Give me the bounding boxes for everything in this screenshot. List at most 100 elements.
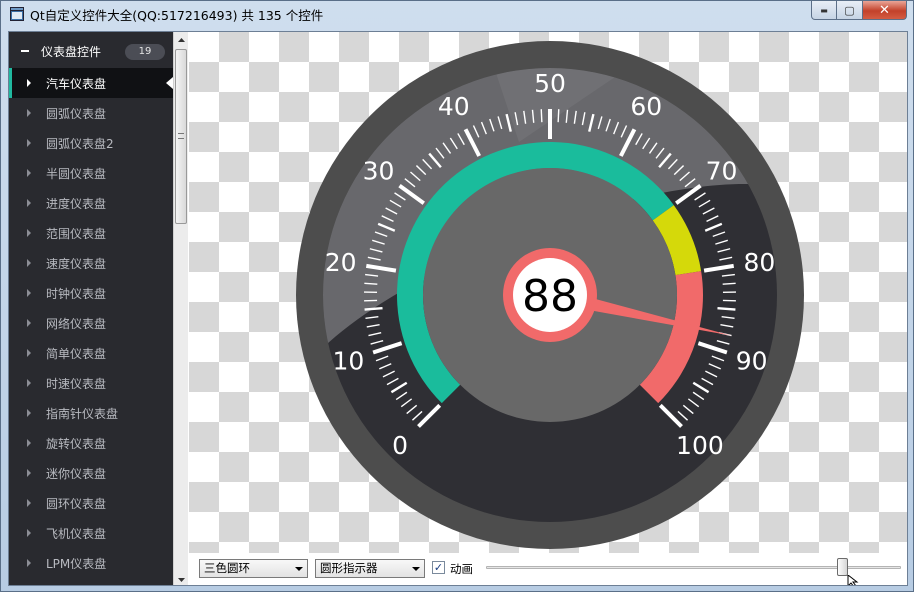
minimize-icon: ▬ [820, 5, 828, 15]
chevron-right-icon [27, 109, 31, 117]
nav-item[interactable]: LPM仪表盘 [9, 548, 173, 578]
nav-item[interactable]: 旋转仪表盘 [9, 428, 173, 458]
nav-item-label: 旋转仪表盘 [46, 437, 107, 451]
scale-label: 60 [630, 92, 662, 121]
nav-item-label: 范围仪表盘 [46, 227, 107, 241]
nav-item[interactable]: 进度仪表盘 [9, 188, 173, 218]
ring-style-value: 三色圆环 [204, 561, 250, 575]
pointer-style-value: 圆形指示器 [320, 561, 378, 575]
nav-item-label: 指南针仪表盘 [46, 407, 119, 421]
chevron-right-icon [27, 259, 31, 267]
scale-label: 10 [332, 347, 364, 376]
chevron-right-icon [27, 139, 31, 147]
nav-item[interactable]: 汽车仪表盘 [9, 68, 173, 98]
scale-label: 40 [438, 92, 470, 121]
nav-group-count-badge: 19 [125, 44, 165, 60]
close-icon: ✕ [879, 2, 890, 18]
nav-item[interactable]: 飞机仪表盘 [9, 518, 173, 548]
selected-pointer-icon [166, 77, 173, 89]
arrow-down-icon [177, 577, 185, 582]
scale-label: 50 [534, 69, 566, 98]
chevron-right-icon [27, 199, 31, 207]
nav-item[interactable]: 范围仪表盘 [9, 218, 173, 248]
nav-item-label: 汽车仪表盘 [46, 77, 107, 91]
gauge-value: 88 [522, 271, 578, 322]
scroll-thumb[interactable] [175, 49, 187, 224]
chevron-down-icon [412, 567, 420, 571]
maximize-icon: ▢ [844, 3, 855, 17]
scale-label: 70 [706, 156, 738, 185]
arrow-up-icon [177, 37, 185, 42]
chevron-right-icon [27, 379, 31, 387]
chevron-right-icon [27, 229, 31, 237]
chevron-right-icon [27, 79, 31, 87]
nav-item-label: 圆弧仪表盘 [46, 107, 107, 121]
scroll-up-button[interactable] [174, 32, 188, 47]
nav-item-label: 时钟仪表盘 [46, 287, 107, 301]
nav-item[interactable]: 时速仪表盘 [9, 368, 173, 398]
chevron-right-icon [27, 439, 31, 447]
chevron-right-icon [27, 409, 31, 417]
minor-tick [557, 109, 560, 123]
nav-item-label: LPM仪表盘 [46, 557, 107, 571]
nav-scrollbar[interactable] [173, 32, 188, 585]
nav-item[interactable]: 指南针仪表盘 [9, 398, 173, 428]
nav-item-label: 时速仪表盘 [46, 377, 107, 391]
maximize-button[interactable]: ▢ [837, 1, 863, 20]
scale-label: 0 [392, 431, 408, 460]
nav-item-label: 圆弧仪表盘2 [46, 137, 114, 151]
gauge-preview-area: 0 10 20 30 40 50 60 70 80 90 100 88 [189, 32, 907, 553]
chevron-right-icon [27, 559, 31, 567]
pointer-style-select[interactable]: 圆形指示器 [315, 559, 425, 578]
nav-group-label: 仪表盘控件 [41, 45, 102, 59]
chevron-right-icon [27, 469, 31, 477]
animation-checkbox[interactable]: ✓ [432, 561, 445, 574]
title-bar[interactable]: Qt自定义控件大全(QQ:517216493) 共 135 个控件 ▬ ▢ ✕ [1, 1, 913, 27]
chevron-right-icon [27, 319, 31, 327]
window-title: Qt自定义控件大全(QQ:517216493) 共 135 个控件 [30, 8, 324, 23]
scale-label: 90 [736, 347, 768, 376]
minor-tick [364, 282, 378, 285]
minor-tick [722, 282, 736, 285]
nav-item-label: 半圆仪表盘 [46, 167, 107, 181]
nav-item[interactable]: 圆弧仪表盘2 [9, 128, 173, 158]
scale-label: 30 [363, 156, 395, 185]
chevron-down-icon [295, 567, 303, 571]
collapse-icon [21, 50, 29, 52]
nav-item[interactable]: 速度仪表盘 [9, 248, 173, 278]
nav-group-gauges[interactable]: 仪表盘控件 19 [9, 36, 173, 66]
app-icon [10, 7, 24, 21]
nav-item[interactable]: 迷你仪表盘 [9, 458, 173, 488]
client-area: 仪表盘控件 19 汽车仪表盘圆弧仪表盘圆弧仪表盘2 半圆仪表盘进度仪表盘范围仪表盘… [8, 31, 908, 586]
minor-tick [717, 306, 736, 311]
nav-item-label: 网络仪表盘 [46, 317, 107, 331]
nav-item[interactable]: 圆弧仪表盘 [9, 98, 173, 128]
animation-label: 动画 [450, 562, 473, 576]
nav-item[interactable]: 圆环仪表盘 [9, 488, 173, 518]
chevron-right-icon [27, 529, 31, 537]
mouse-cursor-icon [847, 575, 859, 585]
nav-item-label: 速度仪表盘 [46, 257, 107, 271]
bottom-toolbar: 三色圆环 圆形指示器 ✓ 动画 [189, 553, 907, 585]
nav-item-label: 进度仪表盘 [46, 197, 107, 211]
close-button[interactable]: ✕ [863, 1, 907, 20]
minor-tick [364, 306, 383, 311]
nav-item-label: 圆环仪表盘 [46, 497, 107, 511]
nav-item-label: 飞机仪表盘 [46, 527, 107, 541]
nav-item-label: 简单仪表盘 [46, 347, 107, 361]
chevron-right-icon [27, 349, 31, 357]
nav-item[interactable]: 简单仪表盘 [9, 338, 173, 368]
ring-style-select[interactable]: 三色圆环 [199, 559, 308, 578]
nav-item[interactable]: 半圆仪表盘 [9, 158, 173, 188]
minimize-button[interactable]: ▬ [811, 1, 837, 20]
scale-label: 20 [325, 248, 357, 277]
value-slider-handle[interactable] [836, 558, 848, 576]
scroll-down-button[interactable] [174, 572, 188, 585]
app-window: Qt自定义控件大全(QQ:517216493) 共 135 个控件 ▬ ▢ ✕ … [0, 0, 914, 592]
chevron-right-icon [27, 499, 31, 507]
nav-item[interactable]: 网络仪表盘 [9, 308, 173, 338]
nav-item[interactable]: 时钟仪表盘 [9, 278, 173, 308]
scale-label: 80 [743, 248, 775, 277]
chevron-right-icon [27, 169, 31, 177]
grip-icon [178, 133, 184, 139]
